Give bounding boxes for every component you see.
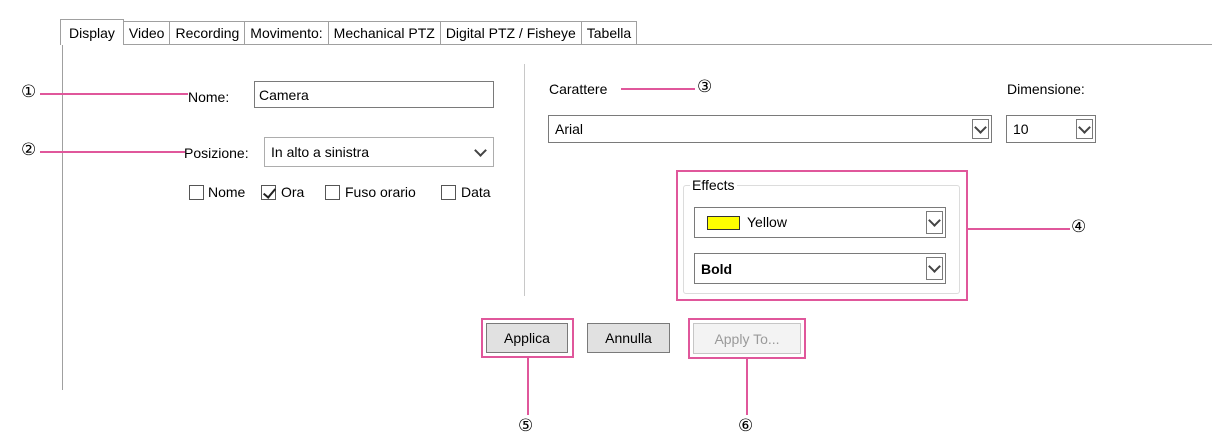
tab-recording[interactable]: Recording: [170, 21, 246, 45]
position-select[interactable]: In alto a sinistra: [264, 137, 494, 167]
name-field[interactable]: Camera: [254, 81, 494, 108]
size-dropdown-button[interactable]: [1076, 119, 1093, 139]
size-select-value: 10: [1013, 121, 1029, 137]
tab-video[interactable]: Video: [123, 21, 171, 45]
tab-tabella[interactable]: Tabella: [581, 21, 638, 45]
checkbox-data[interactable]: [441, 185, 456, 200]
size-select[interactable]: 10: [1006, 115, 1096, 143]
tab-label: Video: [128, 25, 165, 41]
callout-line-1: [40, 93, 188, 95]
callout-line-5: [527, 358, 529, 415]
chevron-down-icon: [474, 144, 487, 157]
font-select[interactable]: Arial: [548, 115, 992, 143]
callout-6: ⑥: [738, 416, 754, 436]
cancel-button-label: Annulla: [605, 330, 652, 346]
callout-1: ①: [21, 82, 37, 102]
tab-baseline: [199, 44, 1212, 45]
font-dropdown-button[interactable]: [972, 119, 989, 139]
panel-left-border: [62, 44, 63, 390]
font-select-value: Arial: [555, 121, 584, 137]
tab-label: Recording: [175, 25, 240, 41]
position-label: Posizione:: [184, 145, 249, 161]
callout-line-2: [40, 151, 185, 153]
chevron-down-icon: [974, 120, 987, 134]
tab-label: Mechanical PTZ: [333, 25, 435, 41]
checkbox-data-label: Data: [461, 184, 491, 200]
tab-label: Tabella: [586, 25, 632, 41]
font-label: Carattere: [549, 81, 608, 97]
tab-label: Display: [69, 24, 115, 41]
name-label: Nome:: [188, 89, 230, 105]
checkbox-ora-label: Ora: [281, 184, 305, 200]
checkbox-fuso-orario[interactable]: [325, 185, 340, 200]
tab-label: Digital PTZ / Fisheye: [445, 25, 576, 41]
callout-line-6: [746, 359, 748, 415]
apply-highlight: [481, 318, 574, 358]
tab-strip: Display Video Recording Movimento: Mecha…: [60, 19, 638, 45]
tab-digital-ptz-fisheye[interactable]: Digital PTZ / Fisheye: [440, 21, 582, 45]
callout-4: ④: [1071, 217, 1087, 237]
size-label: Dimensione:: [1007, 81, 1085, 97]
callout-line-4: [968, 228, 1070, 230]
apply-to-highlight: [688, 318, 806, 359]
callout-3: ③: [697, 77, 713, 97]
effects-highlight: [676, 170, 968, 301]
callout-5: ⑤: [518, 416, 534, 436]
checkbox-ora[interactable]: [261, 185, 276, 200]
tab-mechanical-ptz[interactable]: Mechanical PTZ: [328, 21, 441, 45]
callout-line-3: [621, 88, 695, 90]
position-select-value: In alto a sinistra: [271, 144, 370, 160]
callout-2: ②: [21, 140, 37, 160]
section-divider: [524, 64, 525, 296]
checkbox-fuso-orario-label: Fuso orario: [345, 184, 416, 200]
tab-display[interactable]: Display: [60, 19, 124, 45]
tab-movimento[interactable]: Movimento:: [245, 21, 329, 45]
chevron-down-icon: [1078, 120, 1091, 134]
checkbox-nome-label: Nome: [208, 184, 246, 200]
tab-label: Movimento:: [250, 25, 323, 41]
cancel-button[interactable]: Annulla: [587, 323, 670, 353]
checkbox-nome[interactable]: [189, 185, 204, 200]
name-field-value: Camera: [259, 86, 309, 103]
